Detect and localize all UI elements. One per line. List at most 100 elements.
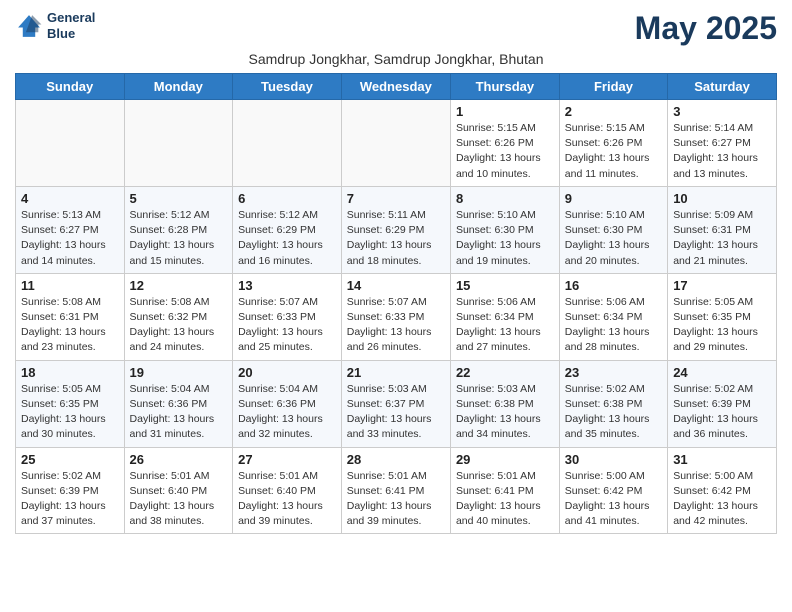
day-info: Sunrise: 5:11 AM Sunset: 6:29 PM Dayligh… [347,208,445,269]
calendar-cell: 4 Sunrise: 5:13 AM Sunset: 6:27 PM Daylig… [16,186,125,273]
calendar-cell [16,100,125,187]
day-number: 25 [21,452,119,467]
weekday-header-wednesday: Wednesday [341,74,450,100]
calendar-cell: 26 Sunrise: 5:01 AM Sunset: 6:40 PM Dayli… [124,447,233,534]
day-number: 12 [130,278,228,293]
day-info: Sunrise: 5:00 AM Sunset: 6:42 PM Dayligh… [565,469,662,530]
day-info: Sunrise: 5:03 AM Sunset: 6:37 PM Dayligh… [347,382,445,443]
calendar-cell: 6 Sunrise: 5:12 AM Sunset: 6:29 PM Daylig… [233,186,342,273]
day-info: Sunrise: 5:14 AM Sunset: 6:27 PM Dayligh… [673,121,771,182]
day-info: Sunrise: 5:04 AM Sunset: 6:36 PM Dayligh… [130,382,228,443]
calendar-cell: 13Sunrise: 5:07 AM Sunset: 6:33 PM Dayli… [233,273,342,360]
calendar-cell: 1Sunrise: 5:15 AM Sunset: 6:26 PM Daylig… [450,100,559,187]
week-row-4: 18 Sunrise: 5:05 AM Sunset: 6:35 PM Dayli… [16,360,777,447]
calendar-cell: 29 Sunrise: 5:01 AM Sunset: 6:41 PM Dayli… [450,447,559,534]
calendar-cell: 25 Sunrise: 5:02 AM Sunset: 6:39 PM Dayli… [16,447,125,534]
day-info: Sunrise: 5:06 AM Sunset: 6:34 PM Dayligh… [565,295,662,356]
day-info: Sunrise: 5:08 AM Sunset: 6:32 PM Dayligh… [130,295,228,356]
weekday-header-tuesday: Tuesday [233,74,342,100]
day-number: 8 [456,191,554,206]
calendar-cell: 16Sunrise: 5:06 AM Sunset: 6:34 PM Dayli… [559,273,667,360]
day-info: Sunrise: 5:13 AM Sunset: 6:27 PM Dayligh… [21,208,119,269]
week-row-5: 25 Sunrise: 5:02 AM Sunset: 6:39 PM Dayli… [16,447,777,534]
calendar-cell: 7 Sunrise: 5:11 AM Sunset: 6:29 PM Daylig… [341,186,450,273]
month-title: May 2025 [635,10,777,47]
header: General Blue May 2025 [15,10,777,47]
day-info: Sunrise: 5:15 AM Sunset: 6:26 PM Dayligh… [456,121,554,182]
calendar-cell [341,100,450,187]
calendar-cell: 28 Sunrise: 5:01 AM Sunset: 6:41 PM Dayli… [341,447,450,534]
day-number: 10 [673,191,771,206]
day-info: Sunrise: 5:02 AM Sunset: 6:39 PM Dayligh… [21,469,119,530]
calendar-cell: 31 Sunrise: 5:00 AM Sunset: 6:42 PM Dayli… [668,447,777,534]
day-number: 22 [456,365,554,380]
calendar-cell: 11 Sunrise: 5:08 AM Sunset: 6:31 PM Dayli… [16,273,125,360]
day-number: 11 [21,278,119,293]
weekday-header-row: SundayMondayTuesdayWednesdayThursdayFrid… [16,74,777,100]
day-info: Sunrise: 5:12 AM Sunset: 6:28 PM Dayligh… [130,208,228,269]
day-number: 5 [130,191,228,206]
subtitle: Samdrup Jongkhar, Samdrup Jongkhar, Bhut… [15,51,777,67]
day-info: Sunrise: 5:00 AM Sunset: 6:42 PM Dayligh… [673,469,771,530]
logo-line2: Blue [47,26,95,42]
day-number: 2 [565,104,662,119]
calendar-cell: 12 Sunrise: 5:08 AM Sunset: 6:32 PM Dayli… [124,273,233,360]
calendar: SundayMondayTuesdayWednesdayThursdayFrid… [15,73,777,534]
day-number: 20 [238,365,336,380]
day-number: 26 [130,452,228,467]
day-info: Sunrise: 5:15 AM Sunset: 6:26 PM Dayligh… [565,121,662,182]
logo: General Blue [15,10,95,41]
calendar-cell: 27Sunrise: 5:01 AM Sunset: 6:40 PM Dayli… [233,447,342,534]
day-number: 21 [347,365,445,380]
day-number: 23 [565,365,662,380]
day-info: Sunrise: 5:08 AM Sunset: 6:31 PM Dayligh… [21,295,119,356]
day-number: 6 [238,191,336,206]
day-info: Sunrise: 5:09 AM Sunset: 6:31 PM Dayligh… [673,208,771,269]
calendar-cell: 22 Sunrise: 5:03 AM Sunset: 6:38 PM Dayli… [450,360,559,447]
calendar-cell: 14 Sunrise: 5:07 AM Sunset: 6:33 PM Dayli… [341,273,450,360]
logo-line1: General [47,10,95,26]
day-number: 19 [130,365,228,380]
day-info: Sunrise: 5:07 AM Sunset: 6:33 PM Dayligh… [238,295,336,356]
day-number: 18 [21,365,119,380]
calendar-cell: 19 Sunrise: 5:04 AM Sunset: 6:36 PM Dayli… [124,360,233,447]
calendar-cell: 2 Sunrise: 5:15 AM Sunset: 6:26 PM Daylig… [559,100,667,187]
calendar-cell [233,100,342,187]
day-info: Sunrise: 5:01 AM Sunset: 6:41 PM Dayligh… [347,469,445,530]
day-number: 14 [347,278,445,293]
day-number: 24 [673,365,771,380]
calendar-cell: 3 Sunrise: 5:14 AM Sunset: 6:27 PM Daylig… [668,100,777,187]
weekday-header-saturday: Saturday [668,74,777,100]
day-number: 15 [456,278,554,293]
calendar-cell: 20 Sunrise: 5:04 AM Sunset: 6:36 PM Dayli… [233,360,342,447]
day-number: 17 [673,278,771,293]
calendar-cell: 30 Sunrise: 5:00 AM Sunset: 6:42 PM Dayli… [559,447,667,534]
day-number: 3 [673,104,771,119]
day-info: Sunrise: 5:06 AM Sunset: 6:34 PM Dayligh… [456,295,554,356]
calendar-cell: 10 Sunrise: 5:09 AM Sunset: 6:31 PM Dayli… [668,186,777,273]
day-info: Sunrise: 5:07 AM Sunset: 6:33 PM Dayligh… [347,295,445,356]
week-row-1: 1Sunrise: 5:15 AM Sunset: 6:26 PM Daylig… [16,100,777,187]
day-info: Sunrise: 5:04 AM Sunset: 6:36 PM Dayligh… [238,382,336,443]
day-number: 30 [565,452,662,467]
day-info: Sunrise: 5:05 AM Sunset: 6:35 PM Dayligh… [21,382,119,443]
day-info: Sunrise: 5:10 AM Sunset: 6:30 PM Dayligh… [456,208,554,269]
day-info: Sunrise: 5:01 AM Sunset: 6:41 PM Dayligh… [456,469,554,530]
calendar-cell: 5 Sunrise: 5:12 AM Sunset: 6:28 PM Daylig… [124,186,233,273]
weekday-header-thursday: Thursday [450,74,559,100]
day-number: 27 [238,452,336,467]
day-info: Sunrise: 5:03 AM Sunset: 6:38 PM Dayligh… [456,382,554,443]
day-number: 7 [347,191,445,206]
day-info: Sunrise: 5:12 AM Sunset: 6:29 PM Dayligh… [238,208,336,269]
calendar-cell: 21 Sunrise: 5:03 AM Sunset: 6:37 PM Dayli… [341,360,450,447]
day-number: 29 [456,452,554,467]
day-number: 28 [347,452,445,467]
weekday-header-monday: Monday [124,74,233,100]
day-number: 4 [21,191,119,206]
week-row-2: 4 Sunrise: 5:13 AM Sunset: 6:27 PM Daylig… [16,186,777,273]
day-info: Sunrise: 5:02 AM Sunset: 6:39 PM Dayligh… [673,382,771,443]
day-number: 31 [673,452,771,467]
day-info: Sunrise: 5:01 AM Sunset: 6:40 PM Dayligh… [130,469,228,530]
calendar-cell: 18 Sunrise: 5:05 AM Sunset: 6:35 PM Dayli… [16,360,125,447]
weekday-header-sunday: Sunday [16,74,125,100]
